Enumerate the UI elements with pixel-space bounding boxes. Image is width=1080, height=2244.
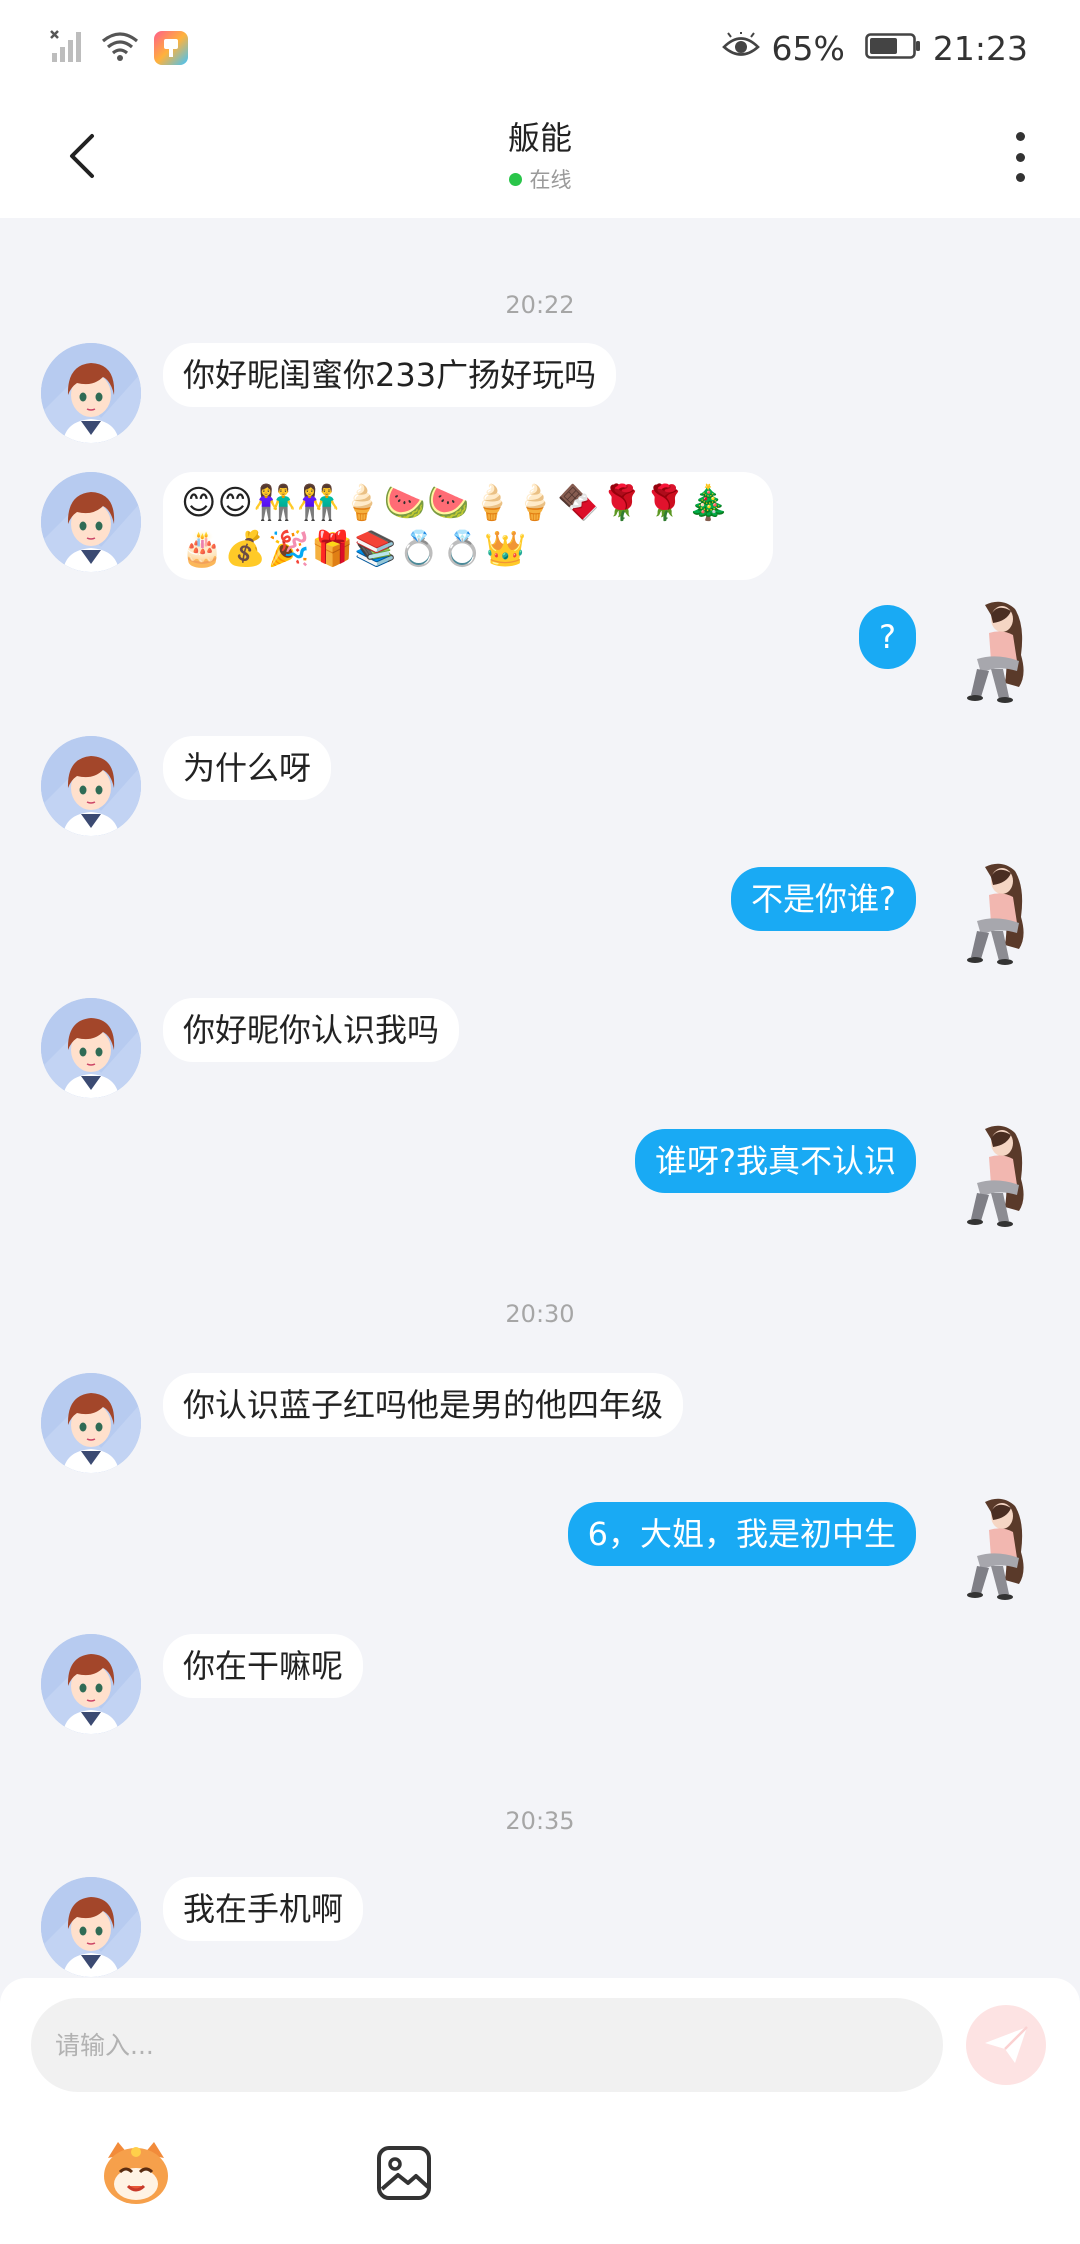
- chat-title: 舨能: [507, 119, 572, 157]
- message-bubble[interactable]: 6，大姐，我是初中生: [567, 1502, 916, 1566]
- my-avatar[interactable]: [947, 1119, 1057, 1229]
- emoji-button[interactable]: [96, 2133, 176, 2213]
- message-bubble[interactable]: 为什么呀: [163, 736, 332, 800]
- message-bubble[interactable]: 你认识蓝子红吗他是男的他四年级: [163, 1373, 684, 1437]
- chat-header: 舨能 在线: [0, 96, 1080, 218]
- more-options-button[interactable]: [1000, 132, 1040, 182]
- message-bubble[interactable]: 谁呀?我真不认识: [635, 1129, 916, 1193]
- my-avatar[interactable]: [947, 857, 1057, 967]
- more-dot: [1015, 152, 1025, 162]
- app-notification-icon: [154, 31, 188, 65]
- composer-bar: [0, 1978, 1080, 2244]
- eye-comfort-icon: [721, 29, 760, 68]
- contact-avatar[interactable]: [41, 472, 141, 572]
- message-list[interactable]: 20:22 你好昵闺蜜你233广扬好玩吗 😊😊👫👫🍦🍉🍉🍦🍦🍫🌹🌹🎄🎂💰🎉🎁📚💍…: [0, 218, 1080, 1978]
- emoji-mascot-icon: [104, 2142, 168, 2204]
- message-bubble[interactable]: 我在手机啊: [163, 1877, 364, 1941]
- message-bubble[interactable]: 不是你谁?: [731, 867, 916, 931]
- message-input[interactable]: [31, 1998, 943, 2092]
- status-bar: 65% 21:23: [0, 0, 1080, 96]
- timestamp-divider: 20:30: [505, 1300, 575, 1328]
- contact-avatar[interactable]: [41, 736, 141, 836]
- clock: 21:23: [932, 28, 1028, 68]
- contact-avatar[interactable]: [41, 1634, 141, 1734]
- signal-off-icon: [50, 29, 86, 67]
- battery-percent: 65%: [771, 28, 845, 68]
- contact-avatar[interactable]: [41, 1877, 141, 1977]
- title-block: 舨能 在线: [0, 118, 1080, 194]
- message-bubble[interactable]: 你好昵你认识我吗: [163, 998, 460, 1062]
- timestamp-divider: 20:22: [505, 291, 575, 319]
- battery-icon: [865, 29, 921, 68]
- contact-avatar[interactable]: [41, 1373, 141, 1473]
- my-avatar[interactable]: [947, 595, 1057, 705]
- message-bubble[interactable]: 你在干嘛呢: [163, 1634, 364, 1698]
- presence-label: 在线: [529, 168, 572, 192]
- send-button[interactable]: [966, 2005, 1046, 2085]
- status-left: [50, 28, 188, 68]
- message-bubble[interactable]: 😊😊👫👫🍦🍉🍉🍦🍦🍫🌹🌹🎄🎂💰🎉🎁📚💍💍👑: [163, 472, 773, 580]
- contact-avatar[interactable]: [41, 998, 141, 1098]
- image-icon: [377, 2146, 431, 2200]
- presence-status: 在线: [508, 164, 572, 194]
- wifi-icon: [100, 30, 140, 66]
- my-avatar[interactable]: [947, 1492, 1057, 1602]
- status-right: 65% 21:23: [721, 26, 1028, 70]
- more-dot: [1015, 132, 1025, 141]
- image-button[interactable]: [364, 2133, 444, 2213]
- timestamp-divider: 20:35: [505, 1807, 575, 1835]
- online-dot-icon: [508, 172, 522, 186]
- more-dot: [1015, 173, 1025, 182]
- message-bubble[interactable]: ?: [859, 605, 916, 669]
- contact-avatar[interactable]: [41, 343, 141, 443]
- message-bubble[interactable]: 你好昵闺蜜你233广扬好玩吗: [163, 343, 617, 407]
- send-icon: [985, 2026, 1028, 2063]
